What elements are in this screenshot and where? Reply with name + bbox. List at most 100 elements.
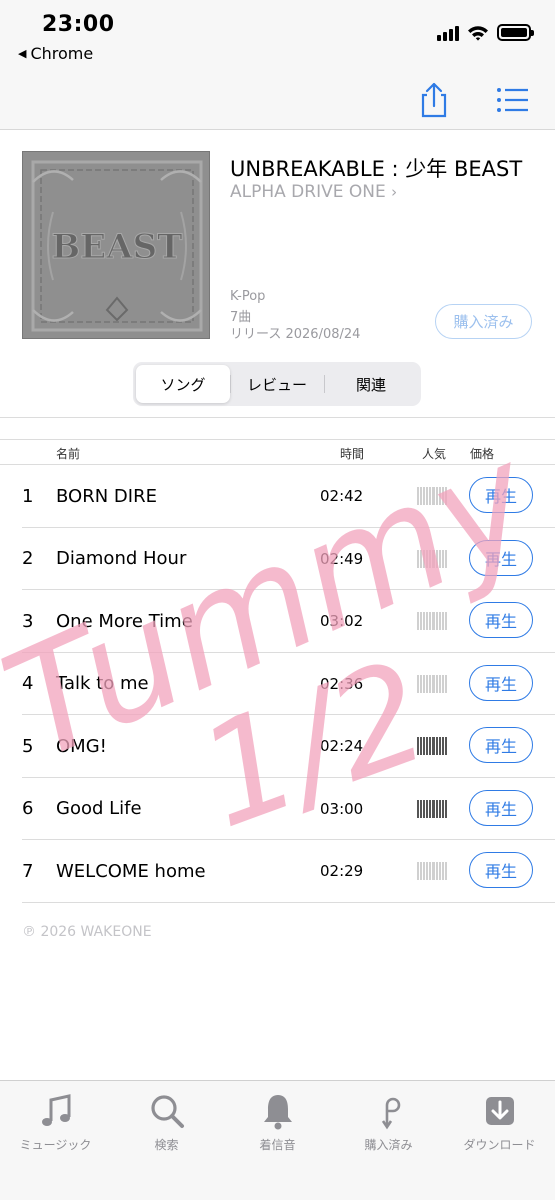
popularity-tick (426, 674, 429, 693)
popularity-tick (429, 487, 432, 505)
popularity-tick (423, 612, 426, 630)
status-bar: 23:00 ◀ Chrome (0, 0, 555, 70)
table-row[interactable]: 7 WELCOME home 02:29 再生 (0, 840, 555, 903)
popularity-tick (420, 737, 423, 755)
play-button[interactable]: 再生 (469, 477, 533, 513)
popularity-tick (435, 549, 438, 568)
popularity-tick (426, 612, 429, 630)
popularity-tick (429, 549, 432, 568)
album-release-date: リリース 2026/08/24 (230, 327, 361, 342)
popularity-tick (429, 612, 432, 630)
play-button[interactable]: 再生 (469, 539, 533, 576)
purchased-button[interactable]: 購入済み (435, 304, 532, 339)
popularity-bar (417, 862, 447, 880)
tab-downloads[interactable]: ダウンロード (444, 1081, 555, 1200)
popularity-tick (441, 737, 444, 755)
back-app-label: Chrome (30, 44, 94, 63)
column-header-time: 時間 (340, 447, 365, 461)
tab-music[interactable]: ミュージック (0, 1081, 111, 1200)
track-number: 6 (22, 798, 34, 820)
popularity-tick (426, 862, 429, 880)
tab-related[interactable]: 関連 (324, 365, 418, 403)
section-divider (0, 417, 555, 418)
popularity-tick (444, 799, 447, 818)
popularity-tick (441, 549, 444, 568)
table-row[interactable]: 2 Diamond Hour 02:49 再生 (0, 528, 555, 590)
tab-label: 購入済み (364, 1138, 413, 1152)
tab-songs[interactable]: ソング (136, 365, 230, 403)
track-duration: 02:24 (320, 737, 364, 756)
track-name: Talk to me (56, 673, 149, 695)
popularity-tick (441, 674, 444, 693)
tab-ringtones[interactable]: 着信音 (222, 1081, 333, 1200)
popularity-tick (417, 612, 420, 630)
popularity-tick (423, 674, 426, 693)
status-time: 23:00 (42, 12, 115, 37)
popularity-tick (444, 549, 447, 568)
table-row[interactable]: 5 OMG! 02:24 再生 (0, 715, 555, 778)
track-number: 4 (22, 673, 34, 695)
play-button[interactable]: 再生 (469, 789, 533, 826)
cover-logo-text: BEAST (52, 227, 183, 267)
popularity-tick (420, 799, 423, 818)
share-icon[interactable] (414, 80, 454, 120)
popularity-tick (423, 737, 426, 755)
popularity-tick (429, 674, 432, 693)
table-row[interactable]: 3 One More Time 03:02 再生 (0, 590, 555, 653)
popularity-tick (417, 549, 420, 568)
track-name: WELCOME home (56, 860, 206, 882)
popularity-tick (438, 549, 441, 568)
tab-reviews[interactable]: レビュー (230, 365, 324, 403)
track-duration: 02:29 (320, 862, 364, 881)
popularity-tick (417, 737, 420, 755)
album-cover: BEAST (22, 151, 210, 339)
wifi-icon (468, 25, 488, 41)
list-icon[interactable] (493, 80, 533, 120)
track-number: 7 (22, 860, 34, 882)
popularity-tick (438, 487, 441, 505)
column-header-price: 価格 (470, 447, 495, 461)
tab-search[interactable]: 検索 (111, 1081, 222, 1200)
back-to-app-button[interactable]: ◀ Chrome (18, 44, 93, 63)
popularity-tick (438, 862, 441, 880)
track-duration: 03:00 (320, 799, 364, 818)
popularity-tick (426, 487, 429, 505)
play-button[interactable]: 再生 (469, 602, 533, 638)
artist-link[interactable]: ALPHA DRIVE ONE › (230, 182, 397, 202)
popularity-tick (444, 674, 447, 693)
popularity-bar (417, 612, 447, 630)
popularity-tick (423, 862, 426, 880)
popularity-tick (441, 612, 444, 630)
play-button[interactable]: 再生 (469, 727, 533, 763)
popularity-tick (435, 674, 438, 693)
popularity-bar (417, 674, 447, 693)
popularity-tick (441, 487, 444, 505)
search-icon (150, 1095, 184, 1128)
popularity-tick (429, 862, 432, 880)
track-duration: 02:49 (320, 549, 364, 568)
table-row[interactable]: 6 Good Life 03:00 再生 (0, 778, 555, 840)
popularity-tick (432, 487, 435, 505)
popularity-bar (417, 487, 447, 505)
popularity-tick (423, 799, 426, 818)
bell-icon (263, 1095, 292, 1130)
tab-purchased[interactable]: 購入済み (333, 1081, 444, 1200)
track-name: BORN DIRE (56, 485, 157, 507)
segmented-control: ソング レビュー 関連 (133, 362, 421, 406)
popularity-tick (417, 862, 420, 880)
popularity-tick (420, 674, 423, 693)
play-button[interactable]: 再生 (469, 664, 533, 701)
popularity-tick (432, 674, 435, 693)
tab-label: 着信音 (259, 1138, 296, 1152)
cellular-signal-icon (437, 25, 459, 41)
table-row[interactable]: 1 BORN DIRE 02:42 再生 (0, 465, 555, 528)
popularity-tick (429, 799, 432, 818)
popularity-tick (435, 862, 438, 880)
artist-name: ALPHA DRIVE ONE (230, 182, 386, 202)
popularity-bar (417, 549, 447, 568)
play-button[interactable]: 再生 (469, 852, 533, 888)
popularity-tick (435, 737, 438, 755)
tab-bar: ミュージック 検索 着信音 購入済み ダウンロード (0, 1080, 555, 1200)
system-icons (437, 24, 534, 41)
table-row[interactable]: 4 Talk to me 02:36 再生 (0, 653, 555, 715)
